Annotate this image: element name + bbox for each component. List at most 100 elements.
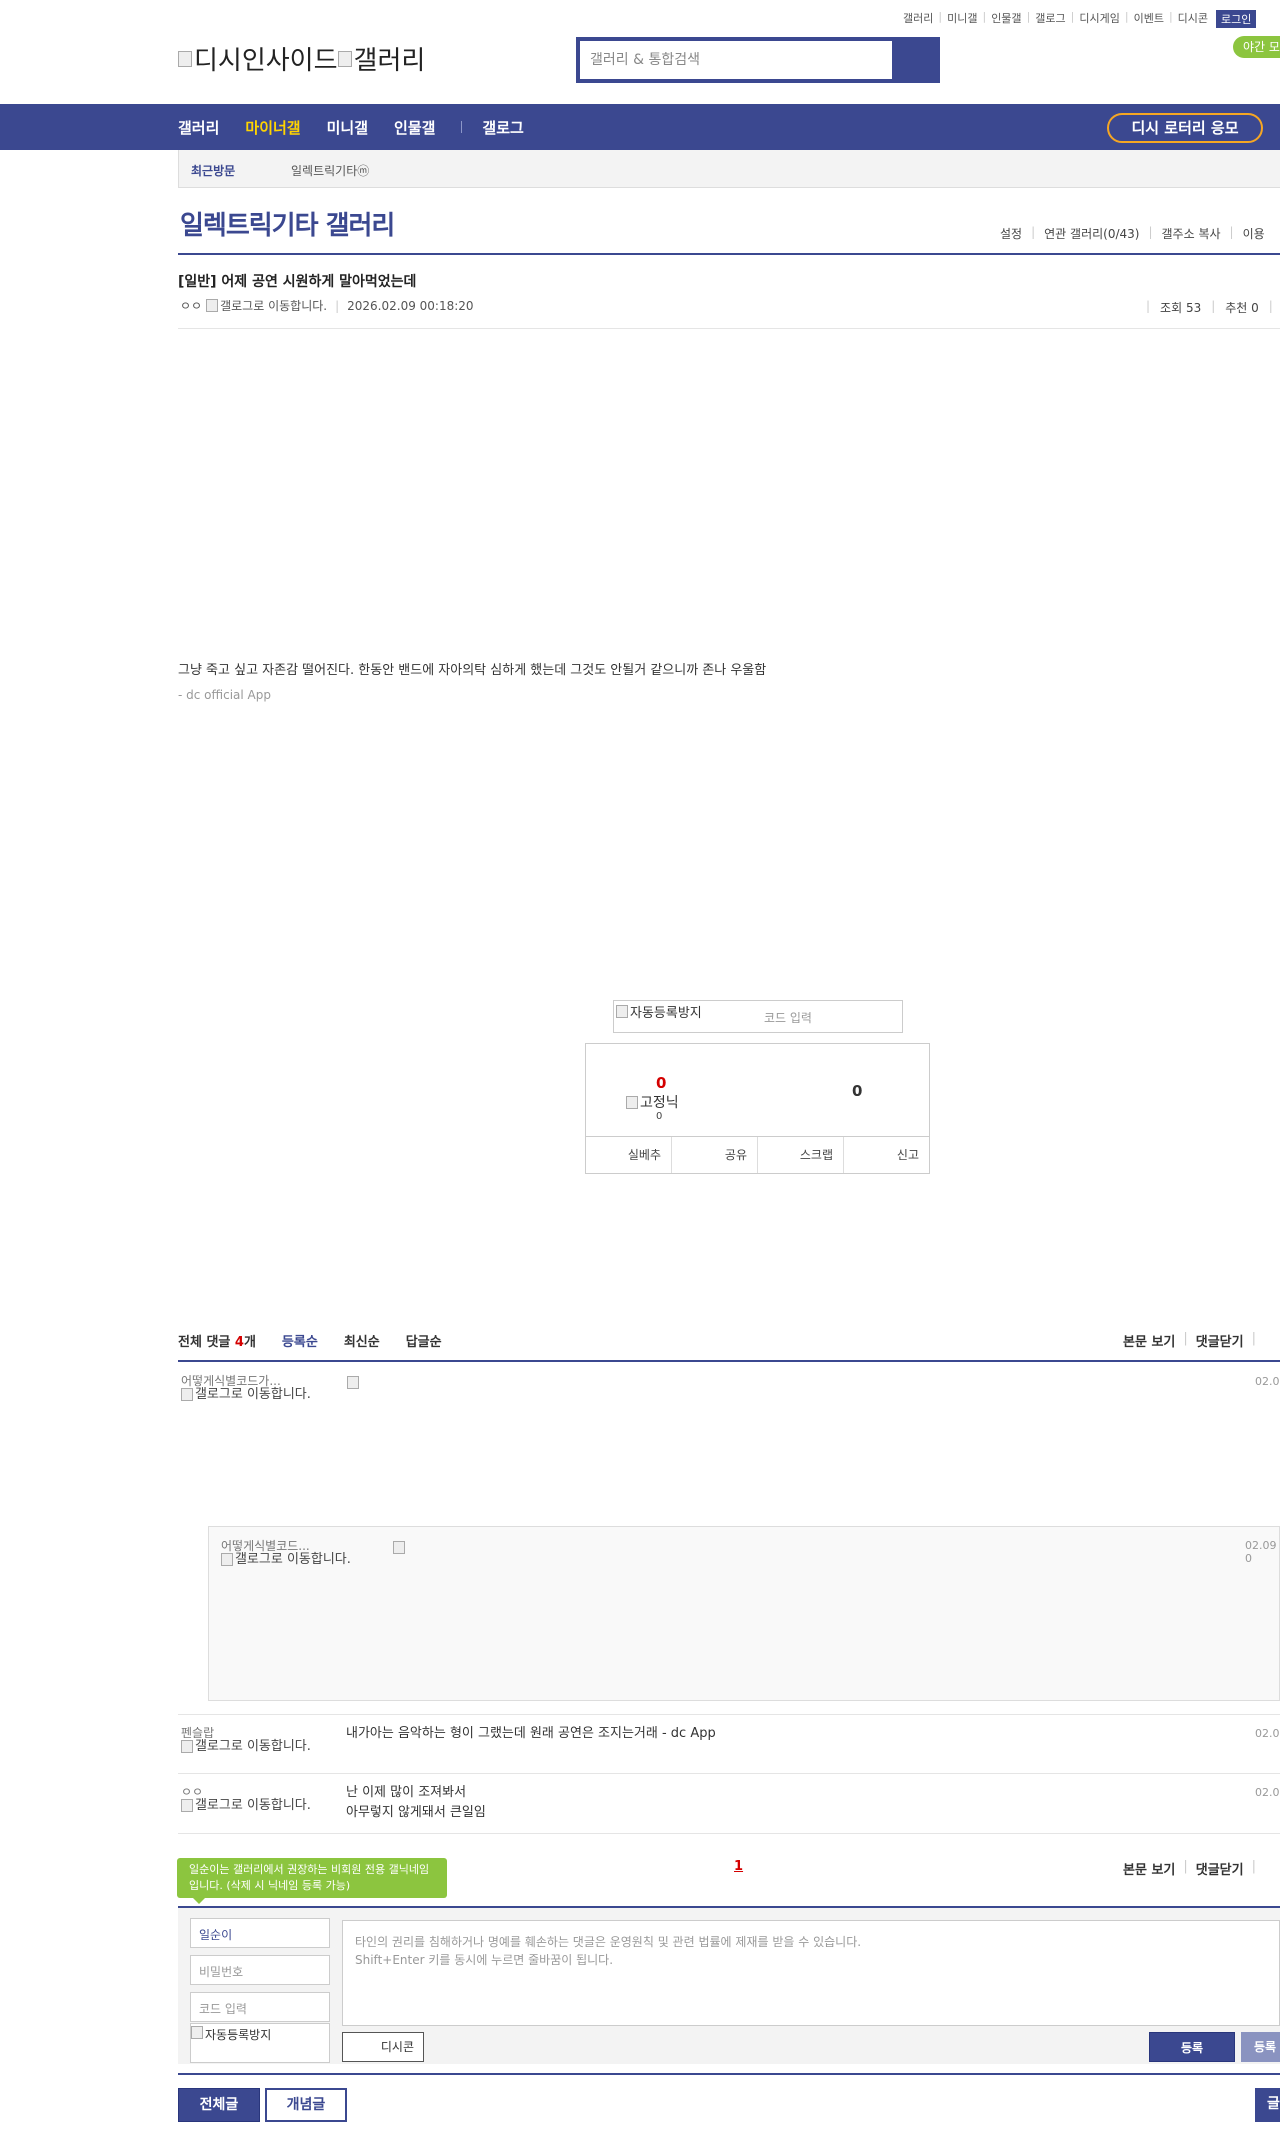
nav-gallog[interactable]: 갤로그 <box>482 117 523 138</box>
gallog-icon[interactable] <box>206 299 219 312</box>
usage-link[interactable]: 이용 <box>1243 225 1265 242</box>
top-link-person[interactable]: 인물갤 <box>991 10 1021 28</box>
dccon-button[interactable]: 디시콘 <box>342 2032 424 2062</box>
close-comments-link[interactable]: 댓글닫기 <box>1196 1331 1244 1350</box>
submit-button[interactable]: 등록 <box>1149 2032 1235 2062</box>
comment-count: 4 <box>234 1335 244 1350</box>
submit-with-image-button[interactable]: 등록 <box>1241 2032 1280 2062</box>
recent-item[interactable]: 일렉트릭기타ⓜ <box>291 162 369 179</box>
search-button[interactable] <box>892 41 936 79</box>
logo-text: 디시인사이드 <box>194 46 338 76</box>
reply-date: 02.09 0 <box>1245 1539 1277 1565</box>
nav-minor-gallery[interactable]: 마이너갤 <box>245 117 300 138</box>
nav-gallery[interactable]: 갤러리 <box>178 117 219 138</box>
post-recommend: 추천 0 <box>1225 301 1259 315</box>
comment-divider <box>178 1360 1280 1362</box>
share-button[interactable]: 공유 <box>672 1137 758 1173</box>
captcha-alt: 자동등록방지 <box>630 1006 702 1021</box>
name-field[interactable]: 일순이 <box>190 1918 330 1948</box>
night-mode-button[interactable]: 야간 모드 <box>1233 36 1280 58</box>
comment-header-links: 본문 보기 | 댓글닫기 | <box>1123 1331 1256 1350</box>
comment-write-box: 일순이 비밀번호 코드 입력 자동등록방지 타인의 권리를 침해하거나 명예를 … <box>178 1906 1280 2064</box>
comment-text: 난 이제 많이 조져봐서 <box>346 1785 467 1800</box>
gallog-alt[interactable]: 갤로그로 이동합니다. <box>235 1553 351 1566</box>
comment-footer-links: 본문 보기 | 댓글닫기 | <box>1123 1859 1256 1878</box>
header-divider <box>178 253 1280 255</box>
close-comments-link[interactable]: 댓글닫기 <box>1196 1859 1244 1878</box>
related-gallery-link[interactable]: 연관 갤러리(0/43) <box>1044 225 1139 242</box>
top-link-mini[interactable]: 미니갤 <box>947 10 977 28</box>
login-button[interactable]: 로그인 <box>1216 10 1257 28</box>
gallog-alt[interactable]: 갤로그로 이동합니다. <box>195 1740 311 1753</box>
captcha-input[interactable]: 코드 입력 <box>764 1009 812 1026</box>
top-link-gallery[interactable]: 갤러리 <box>903 10 933 28</box>
code-input[interactable]: 코드 입력 <box>190 1992 330 2022</box>
downvote-count: 0 <box>852 1082 863 1100</box>
comment-divider <box>178 1833 1280 1834</box>
sort-registered[interactable]: 등록순 <box>282 1331 318 1350</box>
post-date: 2026.02.09 00:18:20 <box>347 298 474 313</box>
top-links: 갤러리 | 미니갤 | 인물갤 | 갤로그 | 디시게임 | 이벤트 | 디시콘 로그인 <box>903 10 1257 28</box>
gallog-icon[interactable] <box>181 1740 193 1753</box>
best-recommend-button[interactable]: 실베추 <box>586 1137 672 1173</box>
dccon-image-icon <box>347 1376 359 1389</box>
main-nav: 갤러리 마이너갤 미니갤 인물갤 갤로그 <box>0 104 1280 150</box>
gallery-tools: 설정 | 연관 갤러리(0/43) | 갤주소 복사 | 이용 <box>1000 225 1265 242</box>
dccon-image-icon <box>393 1541 405 1554</box>
view-post-link[interactable]: 본문 보기 <box>1123 1331 1175 1350</box>
gallog-icon[interactable] <box>221 1553 233 1566</box>
post-author[interactable]: ㅇㅇ <box>180 297 202 314</box>
broken-image-icon <box>626 1095 638 1109</box>
nav-person-gallery[interactable]: 인물갤 <box>394 117 435 138</box>
recommend-box: 0 고정닉 0 0 실베추 공유 스크랩 신고 <box>585 1043 930 1174</box>
comment-text: 내가아는 음악하는 형이 그랬는데 원래 공연은 조지는거래 - dc App <box>346 1726 716 1741</box>
post-meta: ㅇㅇ 갤로그로 이동합니다. | 2026.02.09 00:18:20 <box>180 297 474 314</box>
fixed-nick-alt: 고정닉 <box>640 1095 679 1111</box>
fixed-nick-image: 고정닉 <box>626 1092 679 1112</box>
copy-url-link[interactable]: 갤주소 복사 <box>1162 225 1221 242</box>
comment-textarea[interactable]: 타인의 권리를 침해하거나 명예를 훼손하는 댓글은 운영원칙 및 관련 법률에… <box>342 1920 1280 2026</box>
write-captcha-image: 자동등록방지 <box>190 2023 330 2063</box>
logo-gallery-text: 갤러리 <box>353 46 426 76</box>
write-button[interactable]: 글 <box>1255 2088 1280 2122</box>
textarea-placeholder-1: 타인의 권리를 침해하거나 명예를 훼손하는 댓글은 운영원칙 및 관련 법률에… <box>355 1935 862 1949</box>
nickname-tooltip: 일순이는 갤러리에서 권장하는 비회원 전용 갤닉네임입니다. (삭제 시 닉네… <box>177 1858 447 1904</box>
recommend-captcha: 자동등록방지 코드 입력 <box>613 1000 903 1033</box>
recent-label: 최근방문 <box>191 164 236 178</box>
comment-date: 02.09 <box>1255 1727 1280 1740</box>
gallog-alt[interactable]: 갤로그로 이동합니다. <box>220 297 327 314</box>
sort-latest[interactable]: 최신순 <box>344 1331 380 1350</box>
search-input[interactable] <box>580 41 892 79</box>
top-link-event[interactable]: 이벤트 <box>1134 10 1164 28</box>
lottery-button[interactable]: 디시 로터리 응모 <box>1107 113 1263 143</box>
gallery-settings-link[interactable]: 설정 <box>1000 225 1022 242</box>
comment-nick: 펜슬랍 갤로그로 이동합니다. <box>181 1727 311 1753</box>
comment-divider <box>178 1714 1280 1715</box>
post-body: 그냥 죽고 싶고 자존감 떨어진다. 한동안 밴드에 자아의탁 심하게 했는데 … <box>178 663 767 678</box>
comment-nick: ㅇㅇ 갤로그로 이동합니다. <box>181 1786 311 1812</box>
search-bar <box>576 37 940 83</box>
comment-page-1[interactable]: 1 <box>734 1859 743 1874</box>
app-signature: - dc official App <box>178 688 271 702</box>
view-post-link[interactable]: 본문 보기 <box>1123 1859 1175 1878</box>
top-link-game[interactable]: 디시게임 <box>1079 10 1119 28</box>
all-posts-button[interactable]: 전체글 <box>178 2088 260 2122</box>
reply-container <box>208 1526 1280 1701</box>
gallery-title[interactable]: 일렉트릭기타 갤러리 <box>180 205 395 242</box>
report-button[interactable]: 신고 <box>844 1137 929 1173</box>
top-link-gallog[interactable]: 갤로그 <box>1035 10 1065 28</box>
gallog-alt[interactable]: 갤로그로 이동합니다. <box>195 1799 311 1812</box>
site-logo[interactable]: 디시인사이드 갤러리 <box>178 40 425 77</box>
recent-visits-bar: 최근방문 일렉트릭기타ⓜ <box>178 150 1280 188</box>
gallog-icon[interactable] <box>181 1388 193 1401</box>
nav-mini-gallery[interactable]: 미니갤 <box>327 117 368 138</box>
gallog-alt[interactable]: 갤로그로 이동합니다. <box>195 1388 311 1401</box>
password-field[interactable]: 비밀번호 <box>190 1955 330 1985</box>
gallog-icon[interactable] <box>181 1799 193 1812</box>
top-link-dccon[interactable]: 디시콘 <box>1178 10 1208 28</box>
scrap-button[interactable]: 스크랩 <box>758 1137 844 1173</box>
sort-replies[interactable]: 답글순 <box>406 1331 442 1350</box>
post-title: [일반] 어제 공연 시원하게 말아먹었는데 <box>178 274 417 290</box>
nav-divider <box>461 121 463 133</box>
concept-posts-button[interactable]: 개념글 <box>265 2088 347 2122</box>
